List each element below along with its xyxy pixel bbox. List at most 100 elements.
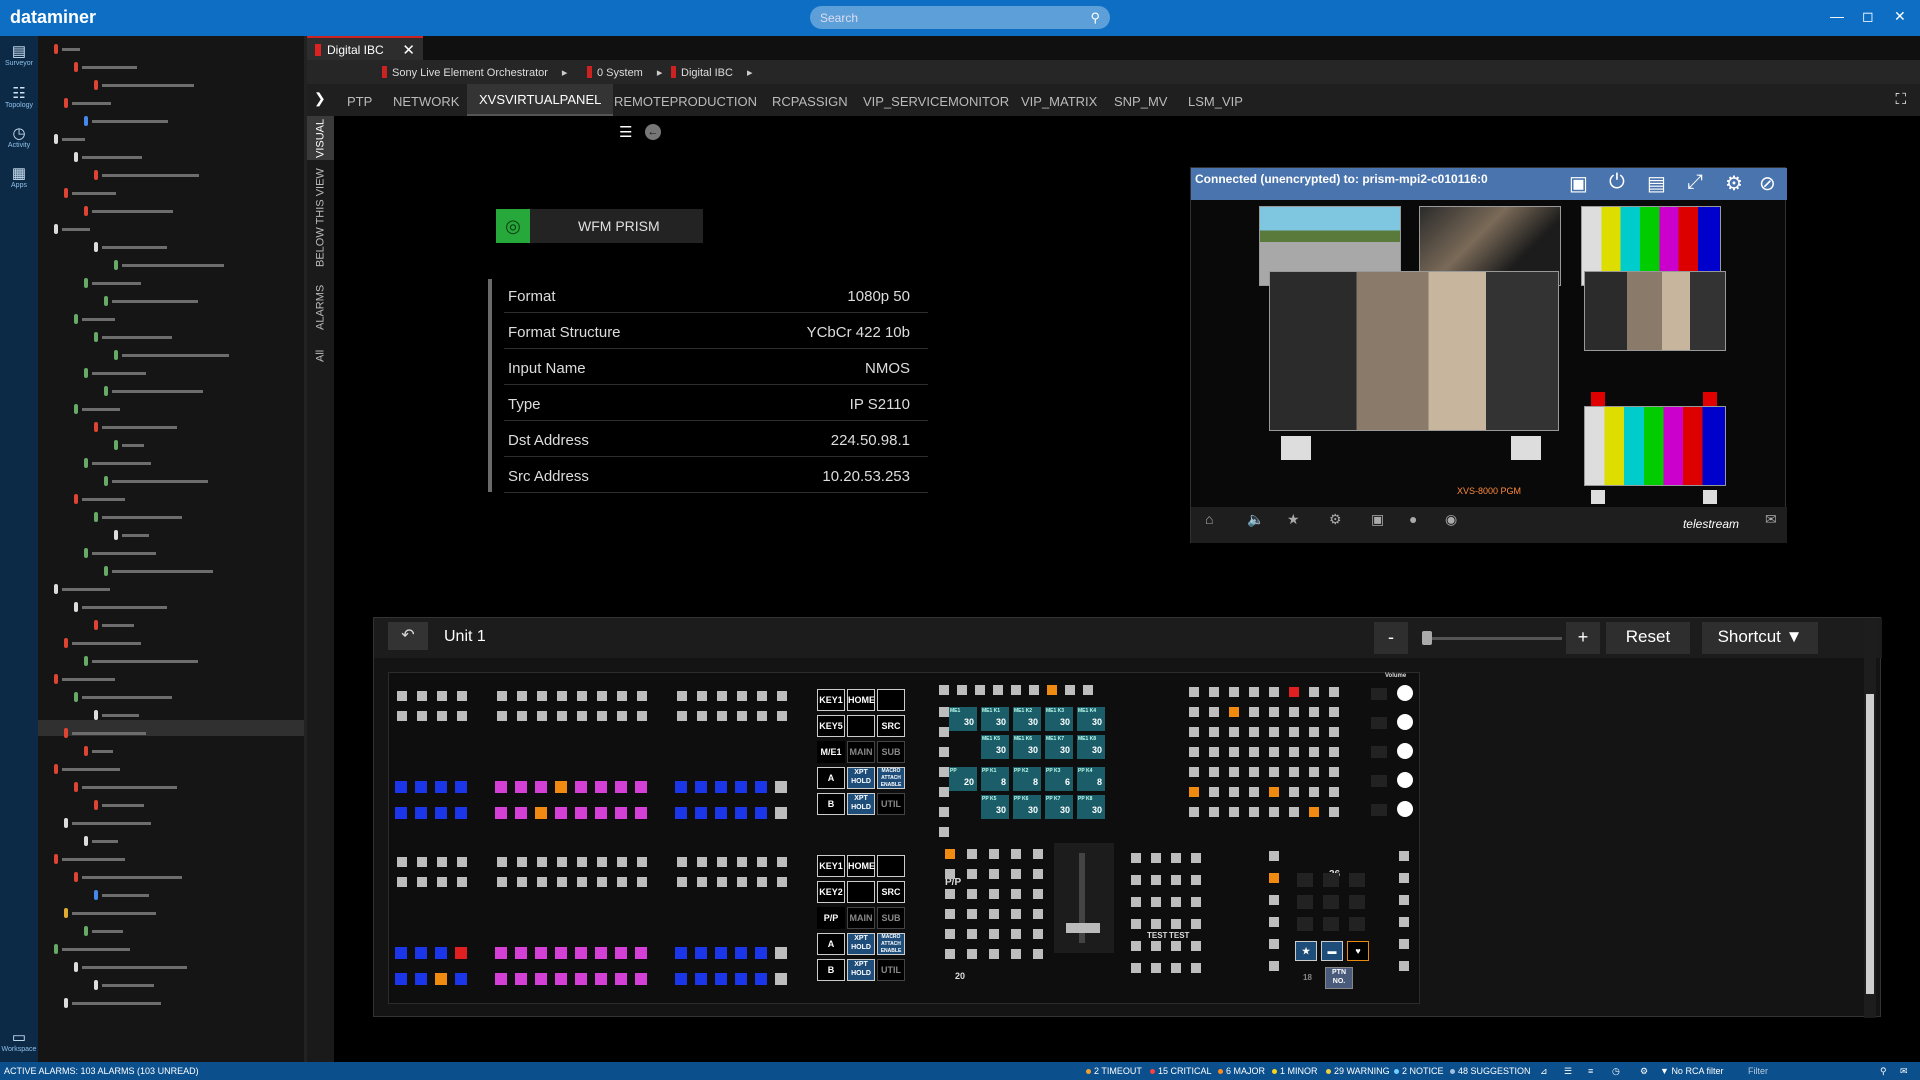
chart-icon[interactable]: ⊿: [1540, 1066, 1548, 1077]
tree-row[interactable]: [122, 264, 224, 267]
me-cell[interactable]: ME1 K4 30: [1077, 707, 1105, 731]
screen-button[interactable]: ▬: [1321, 941, 1343, 961]
panel-button[interactable]: [437, 691, 447, 701]
me-cell[interactable]: PP 20: [949, 767, 977, 791]
tree-row[interactable]: [82, 966, 187, 969]
panel-button[interactable]: [1297, 895, 1313, 909]
crosspoint-button[interactable]: [575, 781, 587, 793]
crosspoint-button[interactable]: [755, 781, 767, 793]
close-icon[interactable]: ✕: [1894, 8, 1906, 25]
tree-row[interactable]: [82, 696, 172, 699]
fader-handle[interactable]: [1066, 923, 1100, 933]
power-icon[interactable]: ⏻: [1609, 171, 1625, 194]
panel-button[interactable]: [637, 691, 647, 701]
panel-button[interactable]: [975, 685, 985, 695]
panel-button[interactable]: [517, 691, 527, 701]
panel-button[interactable]: [1229, 807, 1239, 817]
panel-button[interactable]: [967, 929, 977, 939]
panel-button[interactable]: [1249, 727, 1259, 737]
panel-button[interactable]: [1209, 687, 1219, 697]
crosspoint-button[interactable]: [695, 973, 707, 985]
tree-row[interactable]: [72, 192, 116, 195]
heart-button[interactable]: ♥: [1347, 941, 1369, 961]
crosspoint-button[interactable]: [395, 947, 407, 959]
crosspoint-button[interactable]: [635, 781, 647, 793]
crosspoint-button[interactable]: [515, 947, 527, 959]
panel-button[interactable]: [717, 711, 727, 721]
panel-button[interactable]: [497, 857, 507, 867]
panel-button[interactable]: [1033, 929, 1043, 939]
tab-remoteproduction[interactable]: REMOTEPRODUCTION: [614, 94, 757, 109]
panel-button[interactable]: [967, 889, 977, 899]
camera-icon[interactable]: ▣: [1371, 511, 1384, 528]
zoom-out-button[interactable]: -: [1374, 622, 1408, 654]
crosspoint-button[interactable]: [495, 947, 507, 959]
crosspoint-button[interactable]: [435, 973, 447, 985]
ptn-no-button[interactable]: PTN NO.: [1325, 967, 1353, 989]
panel-button[interactable]: [1131, 963, 1141, 973]
panel-button[interactable]: [1349, 917, 1365, 931]
panel-button[interactable]: [1371, 717, 1387, 729]
back-icon[interactable]: ←: [645, 124, 661, 140]
tree-row[interactable]: [122, 444, 144, 447]
panel-button[interactable]: [777, 691, 787, 701]
settings-icon[interactable]: ⚙: [1640, 1066, 1648, 1077]
panel-button[interactable]: [1151, 963, 1161, 973]
panel-button[interactable]: [757, 691, 767, 701]
panel-button[interactable]: [417, 857, 427, 867]
chevron-right-icon[interactable]: ❯: [314, 90, 326, 107]
panel-button[interactable]: [1399, 961, 1409, 971]
zoom-in-button[interactable]: +: [1566, 622, 1600, 654]
crosspoint-button[interactable]: [435, 947, 447, 959]
panel-button[interactable]: [939, 807, 949, 817]
panel-button[interactable]: [457, 857, 467, 867]
crosspoint-button[interactable]: [715, 973, 727, 985]
tree-row[interactable]: [92, 462, 151, 465]
panel-button[interactable]: [1191, 853, 1201, 863]
status-minor[interactable]: 1 MINOR: [1272, 1066, 1318, 1076]
panel-button[interactable]: [989, 909, 999, 919]
crosspoint-button[interactable]: [515, 973, 527, 985]
panel-button[interactable]: [939, 707, 949, 717]
xpt-hold-button[interactable]: XPT HOLD: [847, 767, 875, 789]
panel-button[interactable]: [757, 857, 767, 867]
tab-vip-matrix[interactable]: VIP_MATRIX: [1021, 94, 1097, 109]
tree-row[interactable]: [62, 948, 130, 951]
panel-button[interactable]: [989, 849, 999, 859]
panel-button[interactable]: [967, 949, 977, 959]
tab-rcpassign[interactable]: RCPASSIGN: [772, 94, 848, 109]
panel-button[interactable]: [397, 857, 407, 867]
crosspoint-button[interactable]: [575, 973, 587, 985]
panel-button[interactable]: [557, 857, 567, 867]
panel-button[interactable]: [1249, 807, 1259, 817]
tree-row[interactable]: [92, 210, 173, 213]
panel-button[interactable]: [677, 857, 687, 867]
crosspoint-button[interactable]: [635, 807, 647, 819]
panel-button[interactable]: [1309, 687, 1319, 697]
panel-button[interactable]: [1209, 807, 1219, 817]
crosspoint-button[interactable]: [455, 973, 467, 985]
panel-button[interactable]: [1131, 919, 1141, 929]
panel-button[interactable]: [1033, 949, 1043, 959]
fullscreen-icon[interactable]: ⤢: [1687, 171, 1703, 194]
tree-row[interactable]: [62, 228, 90, 231]
panel-button[interactable]: [597, 691, 607, 701]
me-cell[interactable]: ME1 K5 30: [981, 735, 1009, 759]
panel-button[interactable]: [945, 849, 955, 859]
panel-button[interactable]: [777, 857, 787, 867]
panel-button[interactable]: [1011, 929, 1021, 939]
panel-button[interactable]: [1033, 849, 1043, 859]
panel-button[interactable]: [1209, 727, 1219, 737]
bus-b-button[interactable]: B: [817, 959, 845, 981]
crosspoint-button[interactable]: [395, 973, 407, 985]
panel-button[interactable]: [1209, 767, 1219, 777]
panel-button[interactable]: [1249, 687, 1259, 697]
scrollbar-thumb[interactable]: [1866, 694, 1874, 994]
crosspoint-button[interactable]: [775, 947, 787, 959]
sidebar-item-apps[interactable]: ▦ Apps: [0, 164, 38, 189]
crosspoint-button[interactable]: [575, 807, 587, 819]
me-cell[interactable]: ME1 K8 30: [1077, 735, 1105, 759]
panel-button[interactable]: [945, 949, 955, 959]
tree-row[interactable]: [102, 426, 177, 429]
crosspoint-button[interactable]: [435, 781, 447, 793]
